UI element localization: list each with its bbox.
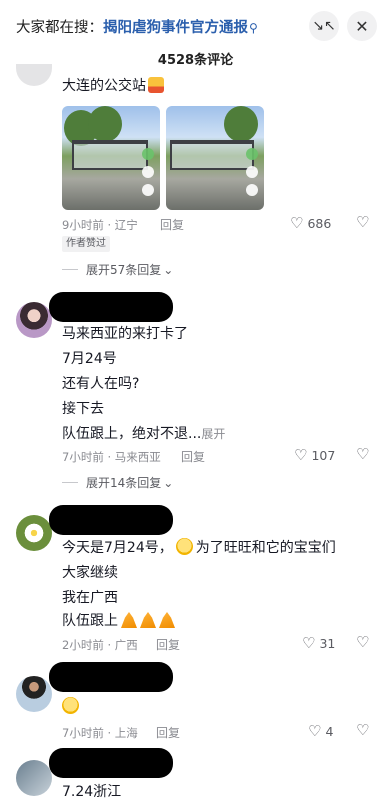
comment-meta: 7小时前 · 上海 bbox=[62, 726, 138, 740]
reply-button[interactable]: 回复 bbox=[160, 216, 184, 233]
heart-outline-icon: ♡ bbox=[302, 634, 316, 652]
trending-search-hint[interactable]: 大家都在搜：揭阳虐狗事件官方通报⚲ bbox=[16, 16, 258, 37]
broken-heart-icon: ♡ bbox=[356, 213, 370, 231]
heart-outline-icon: ♡ bbox=[294, 446, 308, 464]
avatar[interactable] bbox=[16, 302, 52, 338]
like-button[interactable]: ♡ 31 bbox=[302, 634, 335, 652]
tree-image-detail bbox=[224, 106, 258, 142]
expand-text-link[interactable]: 展开 bbox=[201, 427, 225, 441]
chevron-down-icon: ⌄ bbox=[163, 262, 174, 277]
bus-shelter-image-detail bbox=[72, 140, 148, 170]
reply-button[interactable]: 回复 bbox=[156, 724, 180, 741]
like-count: 4 bbox=[325, 723, 334, 739]
avatar[interactable] bbox=[16, 515, 52, 551]
praying-hands-emoji bbox=[140, 612, 156, 628]
avatar[interactable] bbox=[16, 760, 52, 796]
magnifier-icon: ⚲ bbox=[249, 21, 258, 35]
praying-hands-emoji bbox=[159, 612, 175, 628]
like-button[interactable]: ♡ 107 bbox=[294, 446, 335, 464]
redacted-username bbox=[49, 505, 173, 535]
redacted-username bbox=[49, 292, 173, 322]
comment-photo[interactable] bbox=[166, 106, 264, 210]
search-keyword-link[interactable]: 揭阳虐狗事件官方通报 bbox=[103, 20, 248, 36]
tree-image-detail bbox=[88, 106, 122, 142]
comment-count: 4528条评论 bbox=[157, 53, 234, 68]
avatar[interactable] bbox=[16, 676, 52, 712]
like-count: 686 bbox=[307, 215, 332, 231]
comments-header: 大家都在搜：揭阳虐狗事件官方通报⚲ ↘↖ ✕ 4528条评论 bbox=[0, 0, 391, 70]
comment-text: 马来西亚的来打卡了 bbox=[62, 326, 188, 342]
comment-text bbox=[62, 697, 82, 717]
comment-text: 接下去 bbox=[62, 401, 104, 417]
search-prefix: 大家都在搜： bbox=[16, 20, 103, 36]
dislike-button[interactable]: ♡ bbox=[356, 213, 369, 231]
heart-outline-icon: ♡ bbox=[290, 214, 304, 232]
comment-text: 队伍跟上 bbox=[62, 611, 175, 631]
like-button[interactable]: ♡ 686 bbox=[290, 214, 331, 232]
broken-heart-icon: ♡ bbox=[356, 721, 370, 739]
chevron-down-icon: ⌄ bbox=[163, 475, 174, 490]
expand-replies-label: 展开57条回复 bbox=[86, 263, 162, 277]
like-button[interactable]: ♡ 4 bbox=[308, 722, 333, 740]
comment-meta: 2小时前 · 广西 bbox=[62, 638, 138, 652]
reply-button[interactable]: 回复 bbox=[156, 636, 180, 653]
like-count: 31 bbox=[319, 635, 336, 651]
bus-shelter-image-detail bbox=[170, 140, 254, 170]
comment-photo[interactable] bbox=[62, 106, 160, 210]
crying-face-emoji bbox=[175, 538, 193, 555]
crying-face-emoji bbox=[62, 697, 79, 714]
comment-text: 大家继续 bbox=[62, 565, 118, 581]
photo-dot bbox=[142, 184, 154, 196]
dislike-button[interactable]: ♡ bbox=[356, 721, 369, 739]
comment-text: 7.24浙江 bbox=[62, 784, 122, 800]
dislike-button[interactable]: ♡ bbox=[356, 633, 369, 651]
like-count: 107 bbox=[311, 447, 336, 463]
expand-replies[interactable]: 展开14条回复 ⌄ bbox=[62, 474, 173, 491]
broken-heart-icon: ♡ bbox=[356, 633, 370, 651]
close-button[interactable]: ✕ bbox=[347, 11, 377, 41]
comment-meta: 9小时前 · 辽宁 bbox=[62, 218, 138, 232]
close-x-icon: ✕ bbox=[355, 16, 369, 36]
comment-text: 今天是7月24号， 为了旺旺和它的宝宝们 bbox=[62, 538, 336, 556]
photo-dot bbox=[246, 184, 258, 196]
comment-meta: 7小时前 · 马来西亚 bbox=[62, 450, 161, 464]
avatar[interactable] bbox=[16, 64, 52, 86]
collapse-arrows-icon: ↘↖ bbox=[312, 18, 336, 34]
comment-text: 队伍跟上，绝对不退...展开 bbox=[62, 426, 226, 442]
divider-dash bbox=[62, 482, 78, 483]
broken-heart-icon: ♡ bbox=[356, 445, 370, 463]
comment-text: 我在广西 bbox=[62, 590, 118, 606]
divider-dash bbox=[62, 269, 78, 270]
photo-dot bbox=[246, 166, 258, 178]
photo-dot bbox=[142, 166, 154, 178]
expand-replies-label: 展开14条回复 bbox=[86, 476, 162, 490]
redacted-username bbox=[49, 662, 173, 692]
comment-text: 还有人在吗? bbox=[62, 376, 140, 392]
comment-text: 大连的公交站 bbox=[62, 76, 164, 96]
dislike-button[interactable]: ♡ bbox=[356, 445, 369, 463]
redacted-username bbox=[49, 748, 173, 778]
expand-replies[interactable]: 展开57条回复 ⌄ bbox=[62, 261, 173, 278]
heart-outline-icon: ♡ bbox=[308, 722, 322, 740]
photo-dot bbox=[246, 148, 258, 160]
photo-dot bbox=[142, 148, 154, 160]
comment-text: 7月24号 bbox=[62, 351, 117, 367]
collapse-button[interactable]: ↘↖ bbox=[309, 11, 339, 41]
scared-face-emoji bbox=[148, 77, 164, 93]
author-liked-badge: 作者赞过 bbox=[62, 236, 110, 252]
reply-button[interactable]: 回复 bbox=[181, 448, 205, 465]
praying-hands-emoji bbox=[121, 612, 137, 628]
